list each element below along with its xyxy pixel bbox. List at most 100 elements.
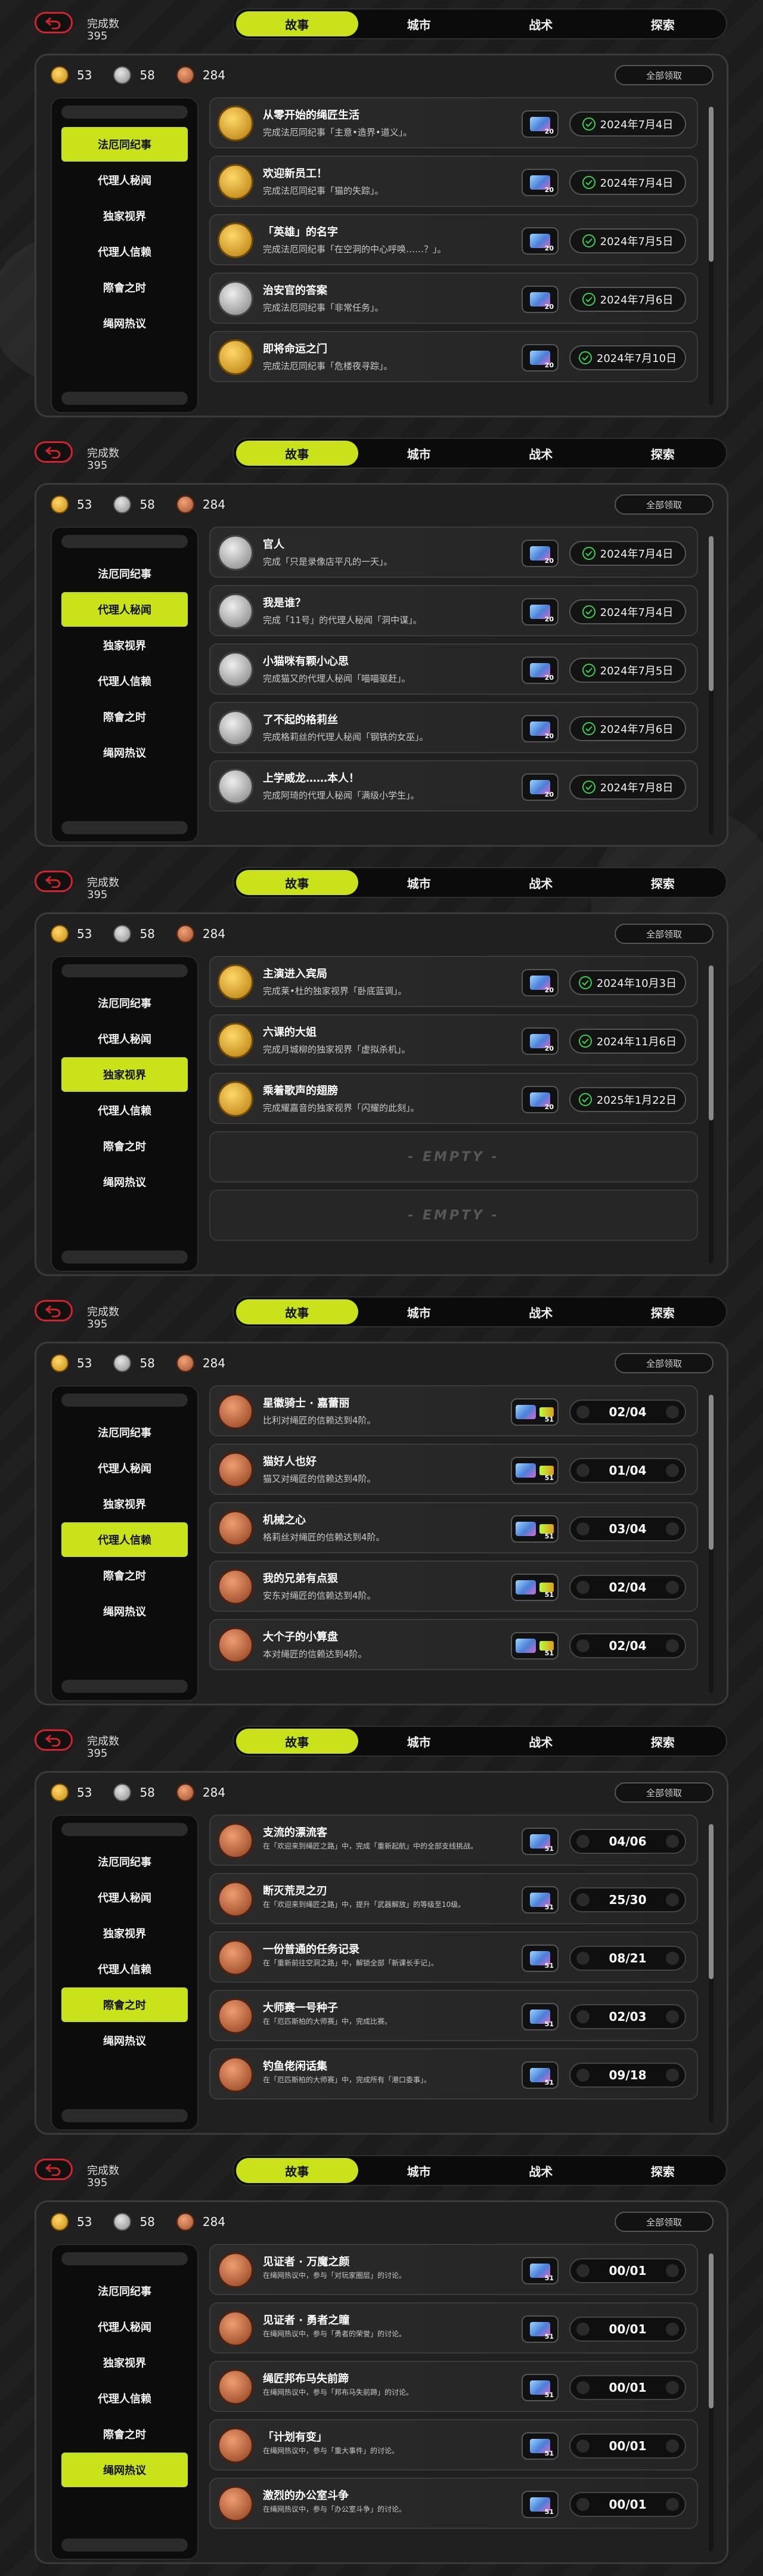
achievement-row[interactable]: 即将命运之门 完成法厄同纪事「危楼夜寻踪」。 20 2024年7月10日 [209, 331, 698, 382]
achievement-row[interactable]: 激烈的办公室斗争 在绳网热议中，参与「办公室斗争」的讨论。 51 00/01 [209, 2478, 698, 2529]
tab-2[interactable]: 战术 [480, 1299, 602, 1324]
sidebar-scroll-up[interactable] [61, 1823, 188, 1836]
achievement-row[interactable]: 大师赛一号种子 在「厄匹斯柏的大师赛」中，完成比赛。 51 02/03 [209, 1990, 698, 2041]
sidebar-item[interactable]: 法厄同纪事 [61, 2274, 188, 2308]
tab-3[interactable]: 探索 [602, 441, 724, 466]
claim-all-button[interactable]: 全部领取 [615, 2212, 714, 2232]
sidebar-item[interactable]: 法厄同纪事 [61, 986, 188, 1020]
sidebar-item[interactable]: 绳网热议 [61, 306, 188, 340]
sidebar-scroll-down[interactable] [61, 2538, 188, 2552]
achievement-row[interactable]: 乘着歌声的翅膀 完成耀嘉音的独家视界「闪耀的此刻」。 20 2025年1月22日 [209, 1073, 698, 1124]
achievement-row[interactable]: 我的兄弟有点狠 安东对绳匠的信赖达到4阶。 51 02/04 [209, 1561, 698, 1612]
achievement-row[interactable]: 六课的大姐 完成月城柳的独家视界「虚拟杀机」。 20 2024年11月6日 [209, 1014, 698, 1066]
tab-3[interactable]: 探索 [602, 1729, 724, 1754]
sidebar-item[interactable]: 代理人秘闻 [61, 1021, 188, 1056]
sidebar-item[interactable]: 独家视界 [61, 199, 188, 233]
tab-1[interactable]: 城市 [358, 441, 480, 466]
claim-all-button[interactable]: 全部领取 [615, 494, 714, 515]
list-scrollbar[interactable] [709, 965, 714, 1264]
tab-1[interactable]: 城市 [358, 870, 480, 895]
tab-3[interactable]: 探索 [602, 11, 724, 36]
sidebar-item[interactable]: 独家视界 [61, 1057, 188, 1092]
achievement-row[interactable]: 机械之心 格莉丝对绳匠的信赖达到4阶。 51 03/04 [209, 1502, 698, 1553]
achievement-row[interactable]: 猫好人也好 猫又对绳匠的信赖达到4阶。 51 01/04 [209, 1444, 698, 1495]
sidebar-item[interactable]: 代理人信赖 [61, 664, 188, 698]
back-button[interactable] [35, 1729, 73, 1751]
back-button[interactable] [35, 441, 73, 463]
sidebar-item[interactable]: 代理人信赖 [61, 2381, 188, 2416]
claim-all-button[interactable]: 全部领取 [615, 1353, 714, 1373]
achievement-row[interactable]: 星徽骑士 · 嘉蕾丽 比利对绳匠的信赖达到4阶。 51 02/04 [209, 1385, 698, 1436]
achievement-row[interactable]: 治安官的答案 完成法厄同纪事「非常任务」。 20 2024年7月6日 [209, 273, 698, 324]
scrollbar-thumb[interactable] [709, 1395, 714, 1550]
sidebar-item[interactable]: 代理人信赖 [61, 1522, 188, 1557]
achievement-row[interactable]: 欢迎新员工！ 完成法厄同纪事「猫的失踪」。 20 2024年7月4日 [209, 156, 698, 207]
tab-2[interactable]: 战术 [480, 2158, 602, 2183]
achievement-row[interactable]: 钓鱼佬闲话集 在「厄匹斯柏的大师赛」中，完成所有「港口委事」。 51 09/18 [209, 2048, 698, 2100]
list-scrollbar[interactable] [709, 1395, 714, 1693]
sidebar-item[interactable]: 代理人秘闻 [61, 2309, 188, 2344]
tab-2[interactable]: 战术 [480, 441, 602, 466]
claim-all-button[interactable]: 全部领取 [615, 924, 714, 944]
sidebar-scroll-up[interactable] [61, 1394, 188, 1407]
sidebar-scroll-up[interactable] [61, 106, 188, 119]
tab-2[interactable]: 战术 [480, 1729, 602, 1754]
sidebar-scroll-down[interactable] [61, 821, 188, 834]
list-scrollbar[interactable] [709, 2253, 714, 2552]
sidebar-item[interactable]: 独家视界 [61, 2345, 188, 2380]
list-scrollbar[interactable] [709, 536, 714, 834]
sidebar-scroll-down[interactable] [61, 2109, 188, 2122]
sidebar-item[interactable]: 際會之时 [61, 270, 188, 305]
back-button[interactable] [35, 2159, 73, 2180]
sidebar-scroll-down[interactable] [61, 1680, 188, 1693]
sidebar-scroll-up[interactable] [61, 535, 188, 548]
achievement-row[interactable]: 一份普通的任务记录 在「重新前往空洞之路」中，解锁全部「新课长手记」。 51 08/2… [209, 1931, 698, 1983]
back-button[interactable] [35, 1300, 73, 1321]
sidebar-item[interactable]: 代理人秘闻 [61, 1451, 188, 1485]
achievement-row[interactable]: 小猫咪有颗小心思 完成猫又的代理人秘闻「喵喵驱赶」。 20 2024年7月5日 [209, 643, 698, 695]
sidebar-item[interactable]: 绳网热议 [61, 2453, 188, 2487]
sidebar-item[interactable]: 際會之时 [61, 1129, 188, 1163]
sidebar-item[interactable]: 法厄同纪事 [61, 1844, 188, 1879]
tab-2[interactable]: 战术 [480, 870, 602, 895]
list-scrollbar[interactable] [709, 107, 714, 405]
tab-0[interactable]: 故事 [236, 1299, 358, 1324]
tab-1[interactable]: 城市 [358, 1299, 480, 1324]
sidebar-item[interactable]: 代理人信赖 [61, 234, 188, 269]
achievement-row[interactable]: 见证者 · 万魔之颜 在绳网热议中，参与「对玩家圈层」的讨论。 51 00/01 [209, 2244, 698, 2295]
tab-0[interactable]: 故事 [236, 870, 358, 895]
sidebar-item[interactable]: 独家视界 [61, 1487, 188, 1521]
sidebar-item[interactable]: 際會之时 [61, 1558, 188, 1593]
sidebar-item[interactable]: 法厄同纪事 [61, 1415, 188, 1450]
back-button[interactable] [35, 12, 73, 33]
back-button[interactable] [35, 871, 73, 892]
achievement-row[interactable]: 主演进入宾局 完成莱•杜的独家视界「卧底蓝调」。 20 2024年10月3日 [209, 956, 698, 1007]
tab-3[interactable]: 探索 [602, 870, 724, 895]
scrollbar-thumb[interactable] [709, 107, 714, 262]
achievement-row[interactable]: 官人 完成「只是录像店平凡的一天」。 20 2024年7月4日 [209, 527, 698, 578]
tab-1[interactable]: 城市 [358, 11, 480, 36]
tab-1[interactable]: 城市 [358, 2158, 480, 2183]
achievement-row[interactable]: 「计划有变」 在绳网热议中，参与「重大事件」的讨论。 51 00/01 [209, 2419, 698, 2470]
achievement-row[interactable]: 绳匠邦布马失前蹄 在绳网热议中，参与「邦布马失前蹄」的讨论。 51 00/01 [209, 2361, 698, 2412]
achievement-row[interactable]: 了不起的格莉丝 完成格莉丝的代理人秘闻「钢铁的女巫」。 20 2024年7月6日 [209, 702, 698, 753]
tab-3[interactable]: 探索 [602, 2158, 724, 2183]
sidebar-item[interactable]: 代理人秘闻 [61, 1880, 188, 1915]
sidebar-item[interactable]: 绳网热议 [61, 2023, 188, 2058]
tab-0[interactable]: 故事 [236, 441, 358, 466]
scrollbar-thumb[interactable] [709, 1824, 714, 1979]
achievement-row[interactable]: 大个子的小算盘 本对绳匠的信赖达到4阶。 51 02/04 [209, 1619, 698, 1670]
tab-0[interactable]: 故事 [236, 1729, 358, 1754]
sidebar-item[interactable]: 際會之时 [61, 699, 188, 734]
achievement-row[interactable]: 我是谁？ 完成「11号」的代理人秘闻「洞中谋」。 20 2024年7月4日 [209, 585, 698, 636]
achievement-row[interactable]: 支流的漂流客 在「欢迎来到绳匠之路」中，完成「重新起航」中的全部支线挑战。 51 04… [209, 1815, 698, 1866]
claim-all-button[interactable]: 全部领取 [615, 1782, 714, 1803]
tab-0[interactable]: 故事 [236, 11, 358, 36]
sidebar-scroll-down[interactable] [61, 1250, 188, 1264]
tab-2[interactable]: 战术 [480, 11, 602, 36]
sidebar-item[interactable]: 代理人信赖 [61, 1093, 188, 1128]
achievement-row[interactable]: 上学威龙……本人！ 完成阿琦的代理人秘闻「满级小学生」。 20 2024年7月8日 [209, 760, 698, 812]
claim-all-button[interactable]: 全部领取 [615, 65, 714, 85]
scrollbar-thumb[interactable] [709, 965, 714, 1120]
sidebar-scroll-up[interactable] [61, 2252, 188, 2265]
